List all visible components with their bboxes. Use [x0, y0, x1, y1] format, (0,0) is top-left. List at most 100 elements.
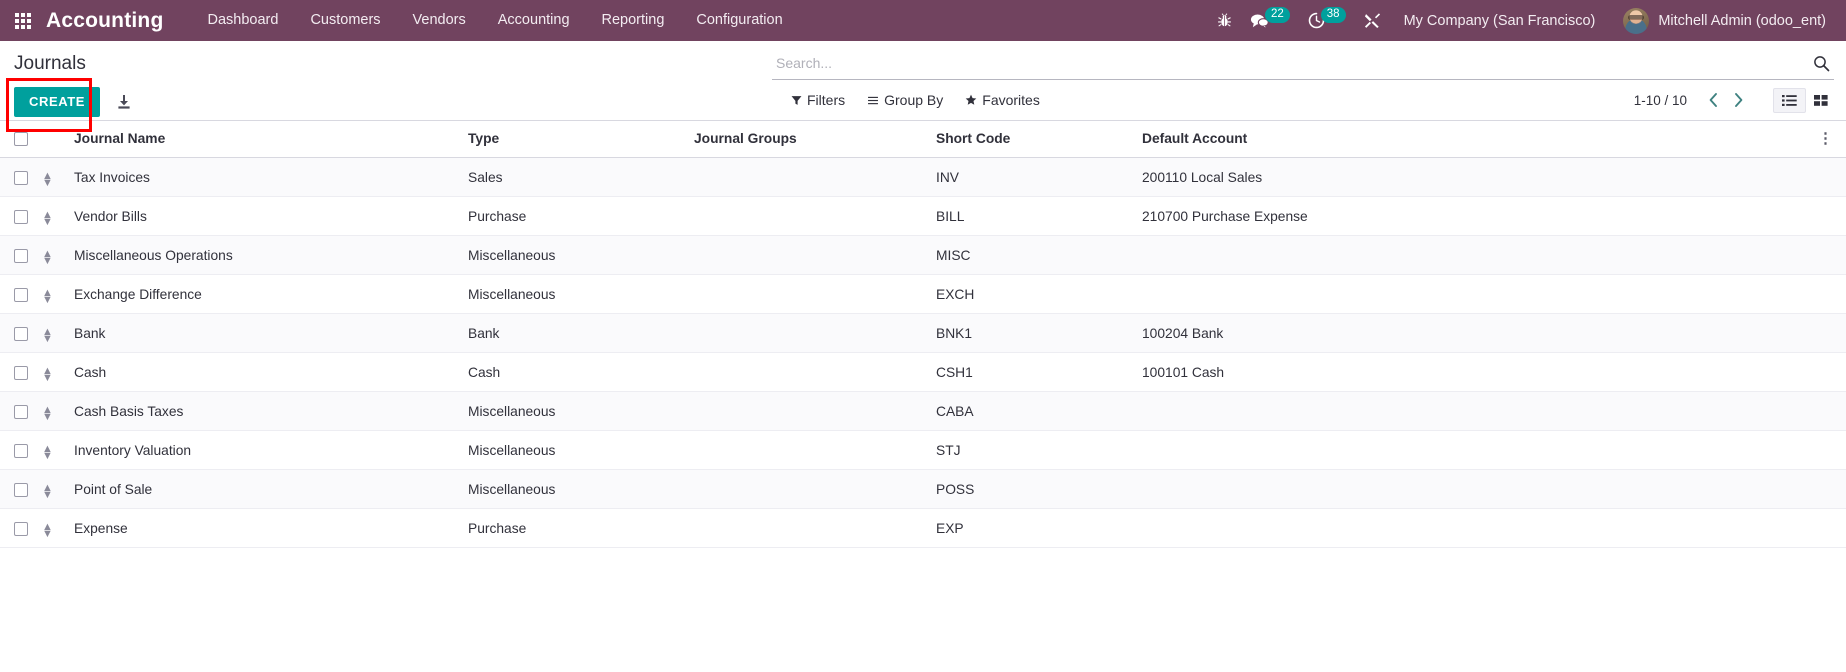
- sort-handle-icon[interactable]: ▲ ▼: [42, 288, 53, 306]
- row-checkbox[interactable]: [14, 444, 28, 459]
- sort-handle-icon[interactable]: ▲ ▼: [42, 210, 53, 228]
- optional-columns-toggle[interactable]: ⋮: [1818, 121, 1846, 159]
- bug-report-button[interactable]: [1208, 0, 1241, 41]
- table-row[interactable]: ▲ ▼ Tax Invoices Sales INV 200110 Local Sales: [0, 157, 1846, 198]
- activities-badge: 38: [1320, 7, 1346, 23]
- table-row[interactable]: ▲ ▼ Expense Purchase EXP: [0, 508, 1846, 549]
- user-menu-label: Mitchell Admin (odoo_ent): [1658, 12, 1826, 29]
- searchbar: [772, 47, 1834, 80]
- menu-item-customers[interactable]: Customers: [294, 0, 396, 41]
- row-checkbox[interactable]: [14, 327, 28, 342]
- row-drag-handle-cell: ▲ ▼: [42, 430, 74, 471]
- sort-handle-icon[interactable]: ▲ ▼: [42, 327, 53, 345]
- cell-journal-groups: [694, 274, 936, 315]
- table-row[interactable]: ▲ ▼ Vendor Bills Purchase BILL 210700 Purchas…: [0, 196, 1846, 237]
- row-checkbox[interactable]: [14, 366, 28, 381]
- row-drag-handle-cell: ▲ ▼: [42, 508, 74, 549]
- apps-menu-toggle[interactable]: [0, 0, 46, 41]
- row-checkbox[interactable]: [14, 405, 28, 420]
- table-row[interactable]: ▲ ▼ Inventory Valuation Miscellaneous STJ: [0, 430, 1846, 471]
- table-row[interactable]: ▲ ▼ Miscellaneous Operations Miscellaneous M…: [0, 235, 1846, 276]
- menu-item-dashboard[interactable]: Dashboard: [192, 0, 295, 41]
- cell-journal-groups: [694, 196, 936, 237]
- menu-item-reporting[interactable]: Reporting: [586, 0, 681, 41]
- sort-handle-icon[interactable]: ▲ ▼: [42, 483, 53, 501]
- table-row[interactable]: ▲ ▼ Cash Cash CSH1 100101 Cash: [0, 352, 1846, 393]
- filters-dropdown[interactable]: Filters: [780, 92, 856, 108]
- page-title: Journals: [14, 53, 86, 74]
- cell-short-code: INV: [936, 157, 1142, 198]
- search-input[interactable]: [772, 55, 1803, 71]
- row-checkbox[interactable]: [14, 288, 28, 303]
- cell-journal-groups: [694, 352, 936, 393]
- column-header-short-code[interactable]: Short Code: [936, 121, 1142, 159]
- table-row[interactable]: ▲ ▼ Cash Basis Taxes Miscellaneous CABA: [0, 391, 1846, 432]
- cell-journal-groups: [694, 391, 936, 432]
- cell-journal-name: Expense: [74, 508, 468, 549]
- activities-button[interactable]: 38: [1299, 0, 1355, 41]
- row-drag-handle-cell: ▲ ▼: [42, 313, 74, 354]
- menu-item-configuration[interactable]: Configuration: [680, 0, 798, 41]
- row-select-cell: [0, 313, 42, 354]
- cell-type: Miscellaneous: [468, 430, 694, 471]
- sort-handle-icon[interactable]: ▲ ▼: [42, 522, 53, 540]
- sort-handle-icon[interactable]: ▲ ▼: [42, 249, 53, 267]
- developer-tools-button[interactable]: [1355, 0, 1390, 41]
- row-select-cell: [0, 508, 42, 549]
- favorites-dropdown[interactable]: Favorites: [954, 92, 1051, 108]
- messages-button[interactable]: 22: [1241, 0, 1299, 41]
- row-drag-handle-cell: ▲ ▼: [42, 352, 74, 393]
- table-row[interactable]: ▲ ▼ Point of Sale Miscellaneous POSS: [0, 469, 1846, 510]
- sort-handle-icon[interactable]: ▲ ▼: [42, 171, 53, 189]
- pager-previous-button[interactable]: [1701, 92, 1726, 108]
- cell-journal-groups: [694, 430, 936, 471]
- cell-type: Purchase: [468, 196, 694, 237]
- row-checkbox[interactable]: [14, 483, 28, 498]
- column-header-type[interactable]: Type: [468, 121, 694, 159]
- sort-handle-icon[interactable]: ▲ ▼: [42, 405, 53, 423]
- journals-table: Journal Name Type Journal Groups Short C…: [0, 121, 1846, 549]
- cell-journal-name: Point of Sale: [74, 469, 468, 510]
- create-button[interactable]: CREATE: [14, 87, 101, 117]
- table-row[interactable]: ▲ ▼ Exchange Difference Miscellaneous EXCH: [0, 274, 1846, 315]
- cell-default-account: 210700 Purchase Expense: [1142, 196, 1818, 237]
- column-header-journal-name[interactable]: Journal Name: [74, 121, 468, 159]
- pager-next-button[interactable]: [1726, 92, 1751, 108]
- cell-journal-groups: [694, 313, 936, 354]
- menu-item-vendors[interactable]: Vendors: [397, 0, 482, 41]
- groupby-dropdown[interactable]: Group By: [856, 92, 954, 108]
- cell-default-account: [1142, 274, 1818, 315]
- control-panel: Journals CREATE Search... Filters Group …: [0, 41, 1846, 132]
- row-select-cell: [0, 235, 42, 276]
- import-records-button[interactable]: [116, 94, 132, 110]
- user-menu[interactable]: Mitchell Admin (odoo_ent): [1609, 7, 1834, 34]
- view-switcher-list-button[interactable]: [1773, 87, 1806, 113]
- cell-journal-groups: [694, 469, 936, 510]
- table-row[interactable]: ▲ ▼ Bank Bank BNK1 100204 Bank: [0, 313, 1846, 354]
- view-switcher-kanban-button[interactable]: [1806, 89, 1836, 112]
- search-button[interactable]: [1803, 55, 1834, 72]
- row-checkbox[interactable]: [14, 210, 28, 225]
- row-checkbox[interactable]: [14, 249, 28, 264]
- column-header-default-account[interactable]: Default Account: [1142, 121, 1818, 159]
- select-all-checkbox[interactable]: [14, 132, 28, 147]
- row-checkbox[interactable]: [14, 522, 28, 537]
- sort-handle-icon[interactable]: ▲ ▼: [42, 444, 53, 462]
- column-header-journal-groups[interactable]: Journal Groups: [694, 121, 936, 159]
- cell-default-account: [1142, 508, 1818, 549]
- app-brand-title[interactable]: Accounting: [46, 9, 192, 33]
- menu-item-accounting[interactable]: Accounting: [482, 0, 586, 41]
- table-header-row: Journal Name Type Journal Groups Short C…: [0, 121, 1846, 159]
- row-select-cell: [0, 469, 42, 510]
- row-select-cell: [0, 196, 42, 237]
- row-optional-cell: [1818, 196, 1846, 237]
- row-checkbox[interactable]: [14, 171, 28, 186]
- row-drag-handle-cell: ▲ ▼: [42, 274, 74, 315]
- sort-handle-icon[interactable]: ▲ ▼: [42, 366, 53, 384]
- control-panel-left: Journals CREATE: [0, 41, 772, 132]
- company-switcher[interactable]: My Company (San Francisco): [1390, 13, 1610, 29]
- view-switcher: [1773, 87, 1836, 113]
- cell-short-code: EXCH: [936, 274, 1142, 315]
- import-download-icon: [118, 95, 130, 109]
- cell-journal-groups: [694, 157, 936, 198]
